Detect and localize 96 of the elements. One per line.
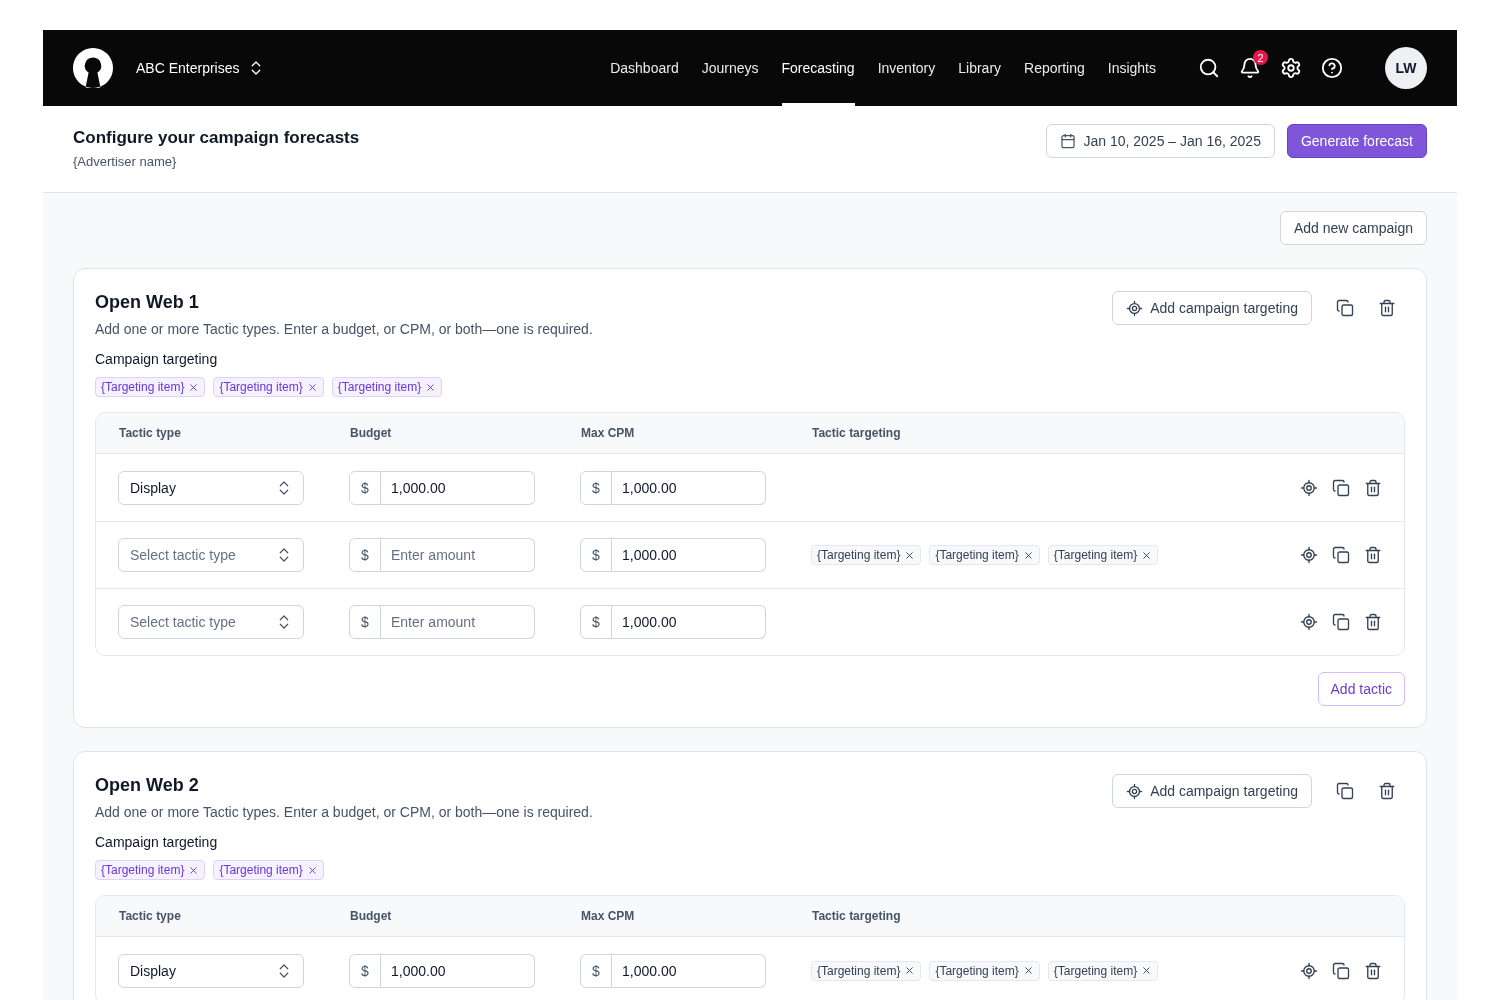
column-header: Max CPM (580, 909, 636, 923)
tag-label: {Targeting item} (817, 548, 901, 562)
nav-link[interactable]: Insights (1107, 30, 1156, 106)
column-header: Budget (349, 909, 393, 923)
close-icon[interactable] (188, 381, 200, 393)
campaign-title: Open Web 2 (95, 774, 200, 796)
page-title: Configure your campaign forecasts (73, 127, 360, 149)
column-header: Max CPM (580, 426, 636, 440)
copy-icon[interactable] (1336, 782, 1354, 800)
tag-label: {Targeting item} (219, 863, 303, 877)
close-icon[interactable] (306, 381, 318, 393)
trash-icon[interactable] (1364, 613, 1382, 631)
max-cpm-input[interactable]: 1,000.00 (612, 538, 766, 572)
column-header: Tactic targeting (811, 909, 902, 923)
currency-addon: $ (580, 953, 612, 988)
crosshair-icon[interactable] (1300, 961, 1318, 980)
tag-label: {Targeting item} (817, 963, 901, 978)
tactic-type-select[interactable]: Select tactic type (118, 538, 304, 572)
tag-label: {Targeting item} (935, 963, 1019, 978)
close-icon[interactable] (188, 864, 200, 876)
user-avatar[interactable]: LW (1385, 47, 1427, 89)
tag-label: {Targeting item} (1053, 963, 1138, 978)
currency-addon: $ (349, 538, 381, 572)
settings-icon[interactable] (1280, 57, 1302, 79)
currency-addon: $ (580, 538, 612, 572)
tag-label: {Targeting item} (337, 380, 422, 394)
add-campaign-targeting-button[interactable]: Add campaign targeting (1112, 774, 1312, 808)
tag-label: {Targeting item} (935, 548, 1019, 562)
notification-badge: 2 (1253, 50, 1268, 65)
budget-input[interactable]: 1,000.00 (381, 470, 535, 505)
currency-addon: $ (580, 605, 612, 639)
campaign-title: Open Web 1 (95, 291, 200, 313)
nav-link[interactable]: Library (958, 30, 1002, 106)
close-icon[interactable] (1141, 965, 1153, 976)
close-icon[interactable] (306, 864, 318, 876)
advertiser-name: {Advertiser name} (73, 153, 178, 171)
workspace-switcher[interactable]: ABC Enterprises (136, 59, 266, 77)
add-new-campaign-button[interactable]: Add new campaign (1279, 211, 1427, 245)
logo-icon[interactable] (73, 48, 113, 88)
close-icon[interactable] (904, 549, 916, 561)
close-icon[interactable] (1141, 549, 1153, 561)
copy-icon[interactable] (1332, 546, 1350, 564)
copy-icon[interactable] (1332, 478, 1350, 497)
column-header: Budget (349, 426, 393, 440)
trash-icon[interactable] (1364, 961, 1382, 980)
crosshair-icon[interactable] (1300, 546, 1318, 564)
crosshair-icon[interactable] (1300, 478, 1318, 497)
column-header: Tactic type (118, 909, 182, 923)
max-cpm-input[interactable]: 1,000.00 (612, 605, 766, 639)
date-range-button[interactable]: Jan 10, 2025 – Jan 16, 2025 (1046, 124, 1275, 158)
currency-addon: $ (349, 470, 381, 505)
nav-link[interactable]: Dashboard (610, 30, 679, 106)
campaign-description: Add one or more Tactic types. Enter a budget, or CPM, or both—one is required. (95, 320, 593, 339)
help-icon[interactable] (1321, 57, 1343, 79)
crosshair-icon (1126, 299, 1144, 317)
trash-icon[interactable] (1364, 546, 1382, 564)
currency-addon: $ (349, 953, 381, 988)
tag-label: {Targeting item} (101, 863, 185, 877)
copy-icon[interactable] (1332, 961, 1350, 980)
copy-icon[interactable] (1332, 613, 1350, 631)
add-campaign-targeting-button[interactable]: Add campaign targeting (1112, 291, 1312, 325)
budget-input[interactable]: Enter amount (381, 538, 535, 572)
tag-label: {Targeting item} (1053, 548, 1138, 562)
tactic-type-select[interactable]: Display (118, 953, 304, 988)
budget-input[interactable]: Enter amount (381, 605, 535, 639)
calendar-icon (1060, 133, 1077, 149)
tag-label: {Targeting item} (101, 380, 185, 394)
close-icon[interactable] (425, 381, 437, 393)
crosshair-icon (1126, 782, 1144, 800)
trash-icon[interactable] (1378, 782, 1396, 800)
add-tactic-button[interactable]: Add tactic (1317, 672, 1405, 706)
tag-label: {Targeting item} (219, 380, 303, 394)
currency-addon: $ (349, 605, 381, 639)
trash-icon[interactable] (1364, 478, 1382, 497)
column-header: Tactic targeting (811, 426, 902, 440)
max-cpm-input[interactable]: 1,000.00 (612, 470, 766, 505)
currency-addon: $ (580, 470, 612, 505)
column-header: Tactic type (118, 426, 182, 440)
trash-icon[interactable] (1378, 299, 1396, 317)
nav-link[interactable]: Inventory (877, 30, 936, 106)
campaign-targeting-label: Campaign targeting (95, 833, 219, 852)
tactic-type-select[interactable]: Select tactic type (118, 605, 304, 639)
campaign-description: Add one or more Tactic types. Enter a budget, or CPM, or both—one is required. (95, 803, 593, 822)
nav-link[interactable]: Journeys (701, 30, 759, 106)
nav-link[interactable]: Reporting (1024, 30, 1085, 106)
budget-input[interactable]: 1,000.00 (381, 953, 535, 988)
close-icon[interactable] (1022, 965, 1034, 976)
generate-forecast-button[interactable]: Generate forecast (1286, 124, 1427, 158)
copy-icon[interactable] (1336, 299, 1354, 317)
max-cpm-input[interactable]: 1,000.00 (612, 953, 766, 988)
campaign-targeting-label: Campaign targeting (95, 350, 219, 369)
close-icon[interactable] (1022, 549, 1034, 561)
tactic-type-select[interactable]: Display (118, 470, 304, 505)
search-icon[interactable] (1198, 57, 1220, 79)
close-icon[interactable] (904, 965, 916, 976)
crosshair-icon[interactable] (1300, 613, 1318, 631)
